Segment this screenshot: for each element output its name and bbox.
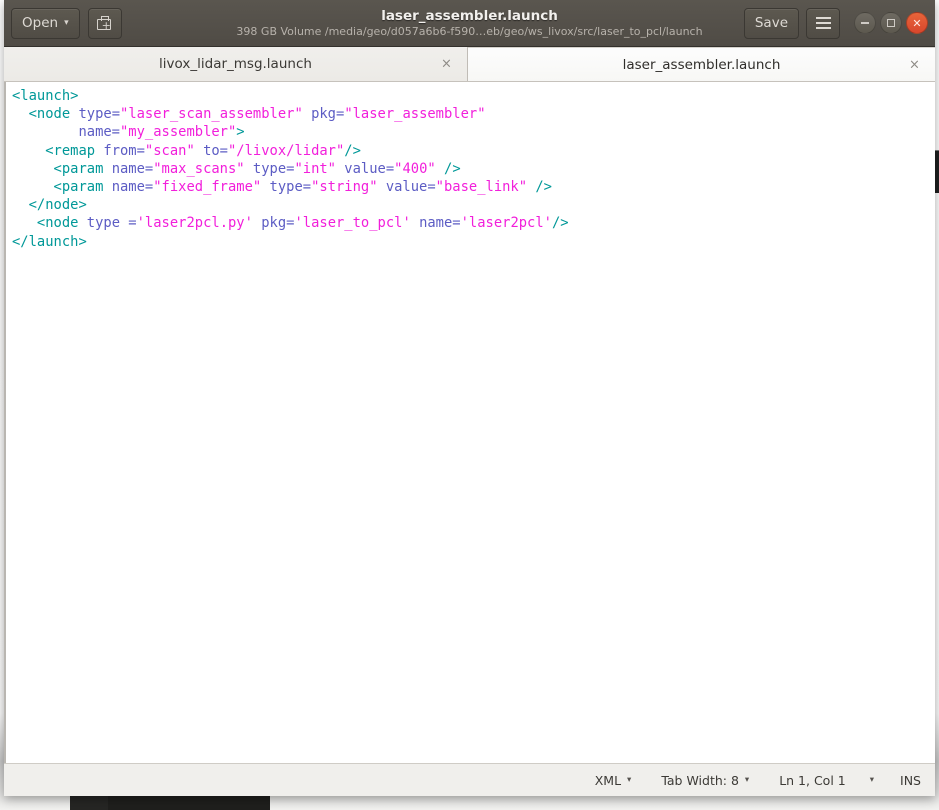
code-token-val: "laser_scan_assembler": [120, 106, 303, 123]
save-as-button[interactable]: +: [87, 7, 122, 39]
code-token-val: "fixed_frame": [153, 179, 262, 196]
open-button[interactable]: Open ▾: [11, 7, 80, 39]
code-token-val: "max_scans": [153, 160, 245, 177]
code-token-attr: to=: [194, 142, 228, 159]
status-bar: XML ▾ Tab Width: 8 ▾ Ln 1, Col 1 ▾ INS: [4, 763, 935, 796]
cursor-position-dropdown[interactable]: ▾: [870, 776, 874, 785]
tab-width-label: Tab Width: 8: [661, 772, 739, 788]
code-token-attr: type=: [70, 106, 121, 123]
background-window-bottom-strip-inner: [108, 794, 270, 810]
cursor-position-label: Ln 1, Col 1: [779, 772, 846, 788]
code-token-val: "my_assembler": [120, 124, 237, 141]
code-token-tag: <launch>: [12, 88, 79, 104]
tab-close-icon[interactable]: ×: [440, 57, 453, 72]
code-token-val: "laser_assembler": [344, 106, 486, 123]
close-button[interactable]: ✕: [906, 12, 928, 34]
chevron-down-icon: ▾: [744, 774, 750, 785]
save-button-label: Save: [754, 15, 788, 31]
text-editor-area[interactable]: <launch> <node type="laser_scan_assemble…: [4, 82, 935, 763]
main-menu-button[interactable]: [806, 7, 840, 39]
maximize-button[interactable]: [880, 12, 902, 34]
chevron-down-icon: ▾: [869, 774, 875, 785]
code-token-tag: </node>: [28, 197, 87, 214]
tab-bar: livox_lidar_msg.launch × laser_assembler…: [4, 47, 935, 82]
code-token-tag: />: [527, 179, 552, 196]
minimize-button[interactable]: [854, 12, 876, 34]
cursor-position: Ln 1, Col 1: [779, 773, 846, 788]
code-token-attr: pkg=: [302, 106, 345, 123]
window-title: laser_assembler.launch: [381, 7, 558, 24]
window-controls: ✕: [854, 12, 928, 34]
code-token-val: "/livox/lidar": [228, 142, 345, 159]
tab-livox-lidar-msg[interactable]: livox_lidar_msg.launch ×: [4, 47, 468, 81]
tab-label: livox_lidar_msg.launch: [159, 56, 312, 72]
gedit-window: laser_assembler.launch 398 GB Volume /me…: [4, 0, 935, 796]
code-token-attr: value=: [377, 179, 436, 196]
code-token-attr: name=: [410, 215, 461, 232]
code-token-tag: />: [435, 160, 461, 177]
code-token-tag: <remap: [45, 142, 96, 159]
code-token-attr: type =: [78, 215, 137, 232]
code-token-val: "int": [294, 160, 336, 177]
code-token-attr: name=: [103, 179, 154, 196]
code-token-tag: <param: [53, 179, 104, 196]
code-token-tag: />: [344, 142, 361, 159]
header-left-group: Open ▾ +: [11, 7, 122, 39]
code-token-tag: />: [551, 215, 569, 232]
save-button[interactable]: Save: [743, 7, 799, 39]
language-selector[interactable]: XML ▾: [595, 773, 632, 788]
save-as-icon: +: [96, 15, 113, 31]
tab-close-icon[interactable]: ×: [908, 57, 921, 72]
source-code[interactable]: <launch> <node type="laser_scan_assemble…: [6, 82, 935, 251]
code-token-attr: type=: [261, 179, 312, 196]
tab-width-selector[interactable]: Tab Width: 8 ▾: [661, 773, 749, 788]
hamburger-menu-icon: [815, 17, 831, 29]
code-token-attr: name=: [103, 160, 154, 177]
insert-mode-indicator[interactable]: INS: [900, 773, 921, 788]
language-label: XML: [594, 772, 622, 788]
code-token-tag: >: [236, 124, 245, 141]
code-token-val: "base_link": [435, 179, 528, 196]
code-token-attr: value=: [336, 160, 395, 177]
open-button-label: Open: [22, 15, 59, 31]
code-token-attr: type=: [244, 160, 295, 177]
code-token-val: "400": [394, 160, 436, 177]
header-right-group: Save ✕: [743, 7, 928, 39]
code-token-tag: </launch>: [12, 233, 87, 250]
chevron-down-icon: ▾: [64, 17, 69, 28]
insert-mode-label: INS: [900, 772, 921, 788]
window-subtitle-path: 398 GB Volume /media/geo/d057a6b6-f590…e…: [236, 24, 703, 38]
code-token-tag: <node: [28, 106, 71, 123]
header-bar: laser_assembler.launch 398 GB Volume /me…: [4, 0, 935, 47]
code-token-val: 'laser_to_pcl': [294, 215, 411, 232]
code-token-val: "string": [311, 179, 378, 196]
code-token-val: "scan": [144, 142, 195, 159]
code-token-attr: from=: [95, 142, 145, 159]
code-token-attr: name=: [78, 124, 120, 141]
code-token-tag: <param: [53, 160, 104, 177]
tab-label: laser_assembler.launch: [622, 56, 781, 73]
chevron-down-icon: ▾: [627, 774, 632, 785]
code-token-tag: <node: [36, 215, 79, 232]
code-token-val: 'laser2pcl': [460, 215, 552, 232]
tab-laser-assembler[interactable]: laser_assembler.launch ×: [468, 47, 935, 81]
code-token-val: 'laser2pcl.py': [136, 215, 253, 232]
code-token-attr: pkg=: [252, 215, 295, 232]
